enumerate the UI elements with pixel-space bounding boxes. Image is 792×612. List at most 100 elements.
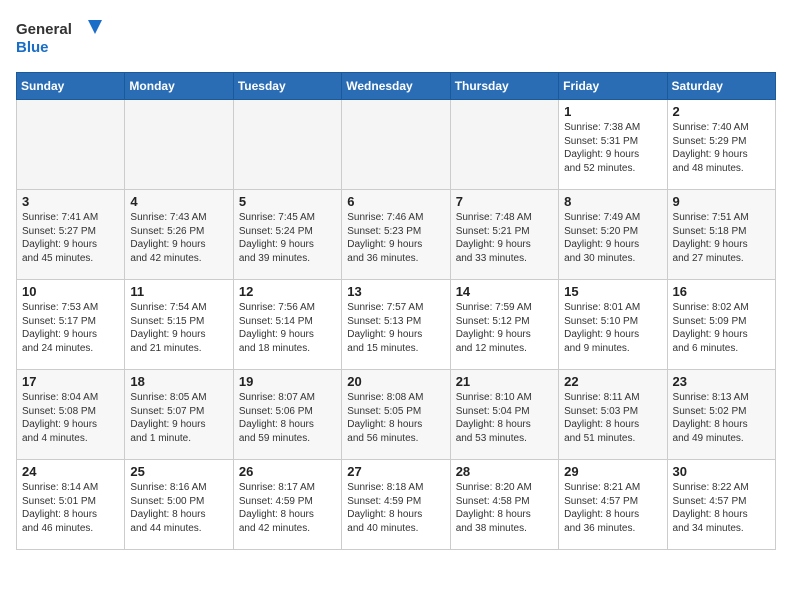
calendar-cell: 22 Sunrise: 8:11 AM Sunset: 5:03 PM Dayli…	[559, 370, 667, 460]
cell-info: Sunrise: 8:20 AM Sunset: 4:58 PM Dayligh…	[456, 481, 553, 535]
day-number: 28	[456, 464, 553, 479]
calendar-cell: 19 Sunrise: 8:07 AM Sunset: 5:06 PM Dayli…	[233, 370, 341, 460]
calendar-cell: 3 Sunrise: 7:41 AM Sunset: 5:27 PM Daylig…	[17, 190, 125, 280]
day-number: 14	[456, 284, 553, 299]
day-number: 2	[673, 104, 770, 119]
svg-text:Blue: Blue	[16, 39, 49, 56]
calendar-table: SundayMondayTuesdayWednesdayThursdayFrid…	[16, 72, 776, 550]
day-number: 5	[239, 194, 336, 209]
cell-info: Sunrise: 8:11 AM Sunset: 5:03 PM Dayligh…	[564, 391, 661, 445]
day-number: 4	[130, 194, 227, 209]
calendar-cell: 12 Sunrise: 7:56 AM Sunset: 5:14 PM Dayli…	[233, 280, 341, 370]
cell-info: Sunrise: 8:10 AM Sunset: 5:04 PM Dayligh…	[456, 391, 553, 445]
cell-info: Sunrise: 8:05 AM Sunset: 5:07 PM Dayligh…	[130, 391, 227, 445]
col-header-sunday: Sunday	[17, 73, 125, 100]
calendar-cell: 1Sunrise: 7:38 AM Sunset: 5:31 PM Daylig…	[559, 100, 667, 190]
cell-info: Sunrise: 8:07 AM Sunset: 5:06 PM Dayligh…	[239, 391, 336, 445]
day-number: 22	[564, 374, 661, 389]
col-header-thursday: Thursday	[450, 73, 558, 100]
day-number: 16	[673, 284, 770, 299]
calendar-cell: 10 Sunrise: 7:53 AM Sunset: 5:17 PM Dayli…	[17, 280, 125, 370]
day-number: 6	[347, 194, 444, 209]
header-row: SundayMondayTuesdayWednesdayThursdayFrid…	[17, 73, 776, 100]
week-row-1: 1Sunrise: 7:38 AM Sunset: 5:31 PM Daylig…	[17, 100, 776, 190]
cell-info: Sunrise: 8:22 AM Sunset: 4:57 PM Dayligh…	[673, 481, 770, 535]
logo-icon: General Blue	[16, 16, 106, 60]
calendar-cell: 6 Sunrise: 7:46 AM Sunset: 5:23 PM Daylig…	[342, 190, 450, 280]
cell-info: Sunrise: 7:45 AM Sunset: 5:24 PM Dayligh…	[239, 211, 336, 265]
cell-info: Sunrise: 8:13 AM Sunset: 5:02 PM Dayligh…	[673, 391, 770, 445]
day-number: 7	[456, 194, 553, 209]
calendar-cell: 2 Sunrise: 7:40 AM Sunset: 5:29 PM Daylig…	[667, 100, 775, 190]
cell-info: Sunrise: 7:53 AM Sunset: 5:17 PM Dayligh…	[22, 301, 119, 355]
cell-info: Sunrise: 7:43 AM Sunset: 5:26 PM Dayligh…	[130, 211, 227, 265]
day-number: 1	[564, 104, 661, 119]
day-number: 13	[347, 284, 444, 299]
cell-info: Sunrise: 7:40 AM Sunset: 5:29 PM Dayligh…	[673, 121, 770, 175]
cell-info: Sunrise: 8:02 AM Sunset: 5:09 PM Dayligh…	[673, 301, 770, 355]
day-number: 27	[347, 464, 444, 479]
col-header-wednesday: Wednesday	[342, 73, 450, 100]
week-row-2: 3 Sunrise: 7:41 AM Sunset: 5:27 PM Daylig…	[17, 190, 776, 280]
calendar-cell: 17 Sunrise: 8:04 AM Sunset: 5:08 PM Dayli…	[17, 370, 125, 460]
day-number: 10	[22, 284, 119, 299]
day-number: 20	[347, 374, 444, 389]
cell-info: Sunrise: 8:17 AM Sunset: 4:59 PM Dayligh…	[239, 481, 336, 535]
day-number: 3	[22, 194, 119, 209]
day-number: 9	[673, 194, 770, 209]
calendar-cell: 16 Sunrise: 8:02 AM Sunset: 5:09 PM Dayli…	[667, 280, 775, 370]
day-number: 17	[22, 374, 119, 389]
cell-info: Sunrise: 7:41 AM Sunset: 5:27 PM Dayligh…	[22, 211, 119, 265]
calendar-cell: 24 Sunrise: 8:14 AM Sunset: 5:01 PM Dayli…	[17, 460, 125, 550]
day-number: 29	[564, 464, 661, 479]
cell-info: Sunrise: 7:56 AM Sunset: 5:14 PM Dayligh…	[239, 301, 336, 355]
week-row-3: 10 Sunrise: 7:53 AM Sunset: 5:17 PM Dayli…	[17, 280, 776, 370]
calendar-cell: 5 Sunrise: 7:45 AM Sunset: 5:24 PM Daylig…	[233, 190, 341, 280]
cell-info: Sunrise: 7:57 AM Sunset: 5:13 PM Dayligh…	[347, 301, 444, 355]
calendar-cell: 4 Sunrise: 7:43 AM Sunset: 5:26 PM Daylig…	[125, 190, 233, 280]
calendar-cell	[450, 100, 558, 190]
calendar-cell: 7 Sunrise: 7:48 AM Sunset: 5:21 PM Daylig…	[450, 190, 558, 280]
day-number: 18	[130, 374, 227, 389]
cell-info: Sunrise: 7:48 AM Sunset: 5:21 PM Dayligh…	[456, 211, 553, 265]
calendar-cell	[125, 100, 233, 190]
calendar-cell: 27 Sunrise: 8:18 AM Sunset: 4:59 PM Dayli…	[342, 460, 450, 550]
calendar-cell: 13 Sunrise: 7:57 AM Sunset: 5:13 PM Dayli…	[342, 280, 450, 370]
calendar-cell: 14 Sunrise: 7:59 AM Sunset: 5:12 PM Dayli…	[450, 280, 558, 370]
day-number: 8	[564, 194, 661, 209]
day-number: 23	[673, 374, 770, 389]
cell-info: Sunrise: 8:14 AM Sunset: 5:01 PM Dayligh…	[22, 481, 119, 535]
calendar-cell: 8Sunrise: 7:49 AM Sunset: 5:20 PM Daylig…	[559, 190, 667, 280]
cell-info: Sunrise: 7:46 AM Sunset: 5:23 PM Dayligh…	[347, 211, 444, 265]
calendar-cell	[233, 100, 341, 190]
calendar-cell: 20Sunrise: 8:08 AM Sunset: 5:05 PM Dayli…	[342, 370, 450, 460]
day-number: 26	[239, 464, 336, 479]
cell-info: Sunrise: 7:51 AM Sunset: 5:18 PM Dayligh…	[673, 211, 770, 265]
calendar-cell: 30 Sunrise: 8:22 AM Sunset: 4:57 PM Dayli…	[667, 460, 775, 550]
cell-info: Sunrise: 7:54 AM Sunset: 5:15 PM Dayligh…	[130, 301, 227, 355]
week-row-5: 24 Sunrise: 8:14 AM Sunset: 5:01 PM Dayli…	[17, 460, 776, 550]
cell-info: Sunrise: 8:18 AM Sunset: 4:59 PM Dayligh…	[347, 481, 444, 535]
col-header-friday: Friday	[559, 73, 667, 100]
cell-info: Sunrise: 7:59 AM Sunset: 5:12 PM Dayligh…	[456, 301, 553, 355]
page-header: General Blue	[16, 16, 776, 60]
calendar-cell: 26 Sunrise: 8:17 AM Sunset: 4:59 PM Dayli…	[233, 460, 341, 550]
calendar-cell: 11Sunrise: 7:54 AM Sunset: 5:15 PM Dayli…	[125, 280, 233, 370]
day-number: 30	[673, 464, 770, 479]
day-number: 12	[239, 284, 336, 299]
cell-info: Sunrise: 8:21 AM Sunset: 4:57 PM Dayligh…	[564, 481, 661, 535]
calendar-cell	[17, 100, 125, 190]
calendar-cell: 29 Sunrise: 8:21 AM Sunset: 4:57 PM Dayli…	[559, 460, 667, 550]
day-number: 19	[239, 374, 336, 389]
calendar-cell: 23 Sunrise: 8:13 AM Sunset: 5:02 PM Dayli…	[667, 370, 775, 460]
week-row-4: 17 Sunrise: 8:04 AM Sunset: 5:08 PM Dayli…	[17, 370, 776, 460]
calendar-cell: 9 Sunrise: 7:51 AM Sunset: 5:18 PM Daylig…	[667, 190, 775, 280]
calendar-cell: 28 Sunrise: 8:20 AM Sunset: 4:58 PM Dayli…	[450, 460, 558, 550]
day-number: 24	[22, 464, 119, 479]
calendar-cell: 15Sunrise: 8:01 AM Sunset: 5:10 PM Dayli…	[559, 280, 667, 370]
cell-info: Sunrise: 8:04 AM Sunset: 5:08 PM Dayligh…	[22, 391, 119, 445]
calendar-cell	[342, 100, 450, 190]
cell-info: Sunrise: 8:16 AM Sunset: 5:00 PM Dayligh…	[130, 481, 227, 535]
day-number: 25	[130, 464, 227, 479]
calendar-cell: 18 Sunrise: 8:05 AM Sunset: 5:07 PM Dayli…	[125, 370, 233, 460]
